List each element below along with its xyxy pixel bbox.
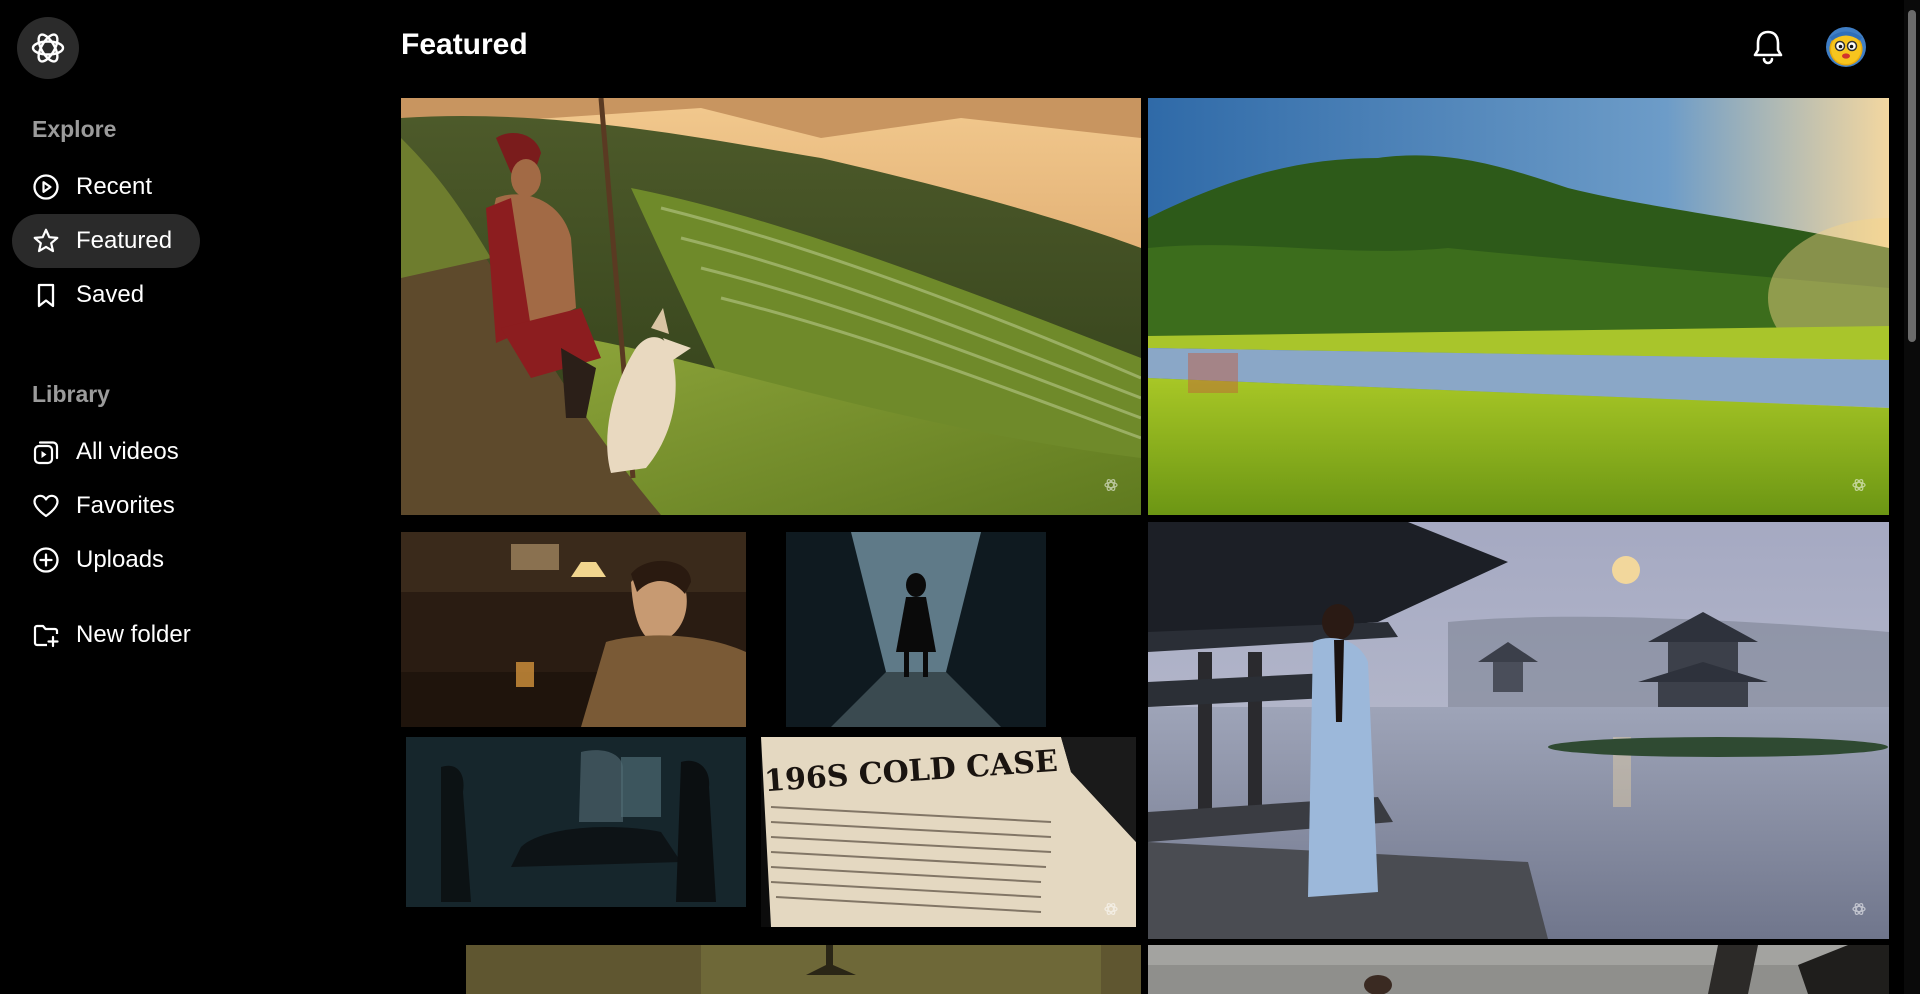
scrollbar-thumb[interactable] — [1908, 10, 1916, 342]
sidebar-item-featured[interactable]: Featured — [12, 214, 201, 268]
video-thumbnail — [401, 98, 1141, 515]
avatar-face — [1829, 31, 1863, 64]
heart-icon — [32, 492, 60, 520]
sora-watermark-icon — [1104, 903, 1118, 915]
explore-section-title: Explore — [32, 116, 117, 142]
sidebar-item-label: Recent — [76, 173, 153, 200]
openai-logo-glyph — [31, 33, 65, 63]
sidebar-item-favorites[interactable]: Favorites — [12, 479, 203, 533]
folder-plus-icon — [32, 621, 60, 649]
video-thumbnail — [1148, 522, 1889, 939]
sidebar-item-label: All videos — [76, 438, 179, 465]
plus-circle-icon — [32, 546, 60, 574]
sidebar-item-label: Featured — [76, 227, 173, 254]
video-thumbnail — [401, 532, 1136, 927]
sidebar-item-label: Favorites — [76, 492, 175, 519]
video-tile[interactable] — [401, 945, 1141, 994]
video-tile[interactable]: 196S COLD CASE — [401, 522, 1141, 939]
scrollbar[interactable] — [1904, 0, 1920, 994]
new-folder-button[interactable]: New folder — [12, 608, 219, 662]
video-thumbnail — [401, 945, 1141, 994]
sidebar-item-label: New folder — [76, 621, 191, 648]
sidebar-item-uploads[interactable]: Uploads — [12, 533, 192, 587]
sidebar-item-label: Saved — [76, 281, 145, 308]
library-section-title: Library — [32, 381, 110, 407]
play-circle-icon — [32, 173, 60, 201]
sidebar-item-label: Uploads — [76, 546, 165, 573]
sidebar-item-recent[interactable]: Recent — [12, 160, 180, 214]
video-tile[interactable] — [1148, 98, 1889, 515]
sidebar: Explore Recent Featured Saved Library Al… — [0, 0, 380, 994]
avatar[interactable] — [1826, 27, 1866, 67]
sora-watermark-icon — [1852, 903, 1866, 915]
video-thumbnail — [1148, 98, 1889, 515]
sora-watermark-icon — [1104, 479, 1118, 491]
video-thumbnail — [1148, 945, 1889, 994]
openai-logo-icon[interactable] — [17, 17, 79, 79]
videos-icon — [32, 438, 60, 466]
video-tile[interactable] — [1148, 945, 1889, 994]
page-title: Featured — [401, 28, 528, 61]
bookmark-icon — [32, 281, 60, 309]
star-icon — [32, 227, 60, 255]
sidebar-item-saved[interactable]: Saved — [12, 268, 172, 322]
sidebar-item-all-videos[interactable]: All videos — [12, 425, 207, 479]
sora-watermark-icon — [1852, 479, 1866, 491]
bell-icon[interactable] — [1750, 28, 1786, 66]
video-tile[interactable] — [401, 98, 1141, 515]
video-tile[interactable] — [1148, 522, 1889, 939]
